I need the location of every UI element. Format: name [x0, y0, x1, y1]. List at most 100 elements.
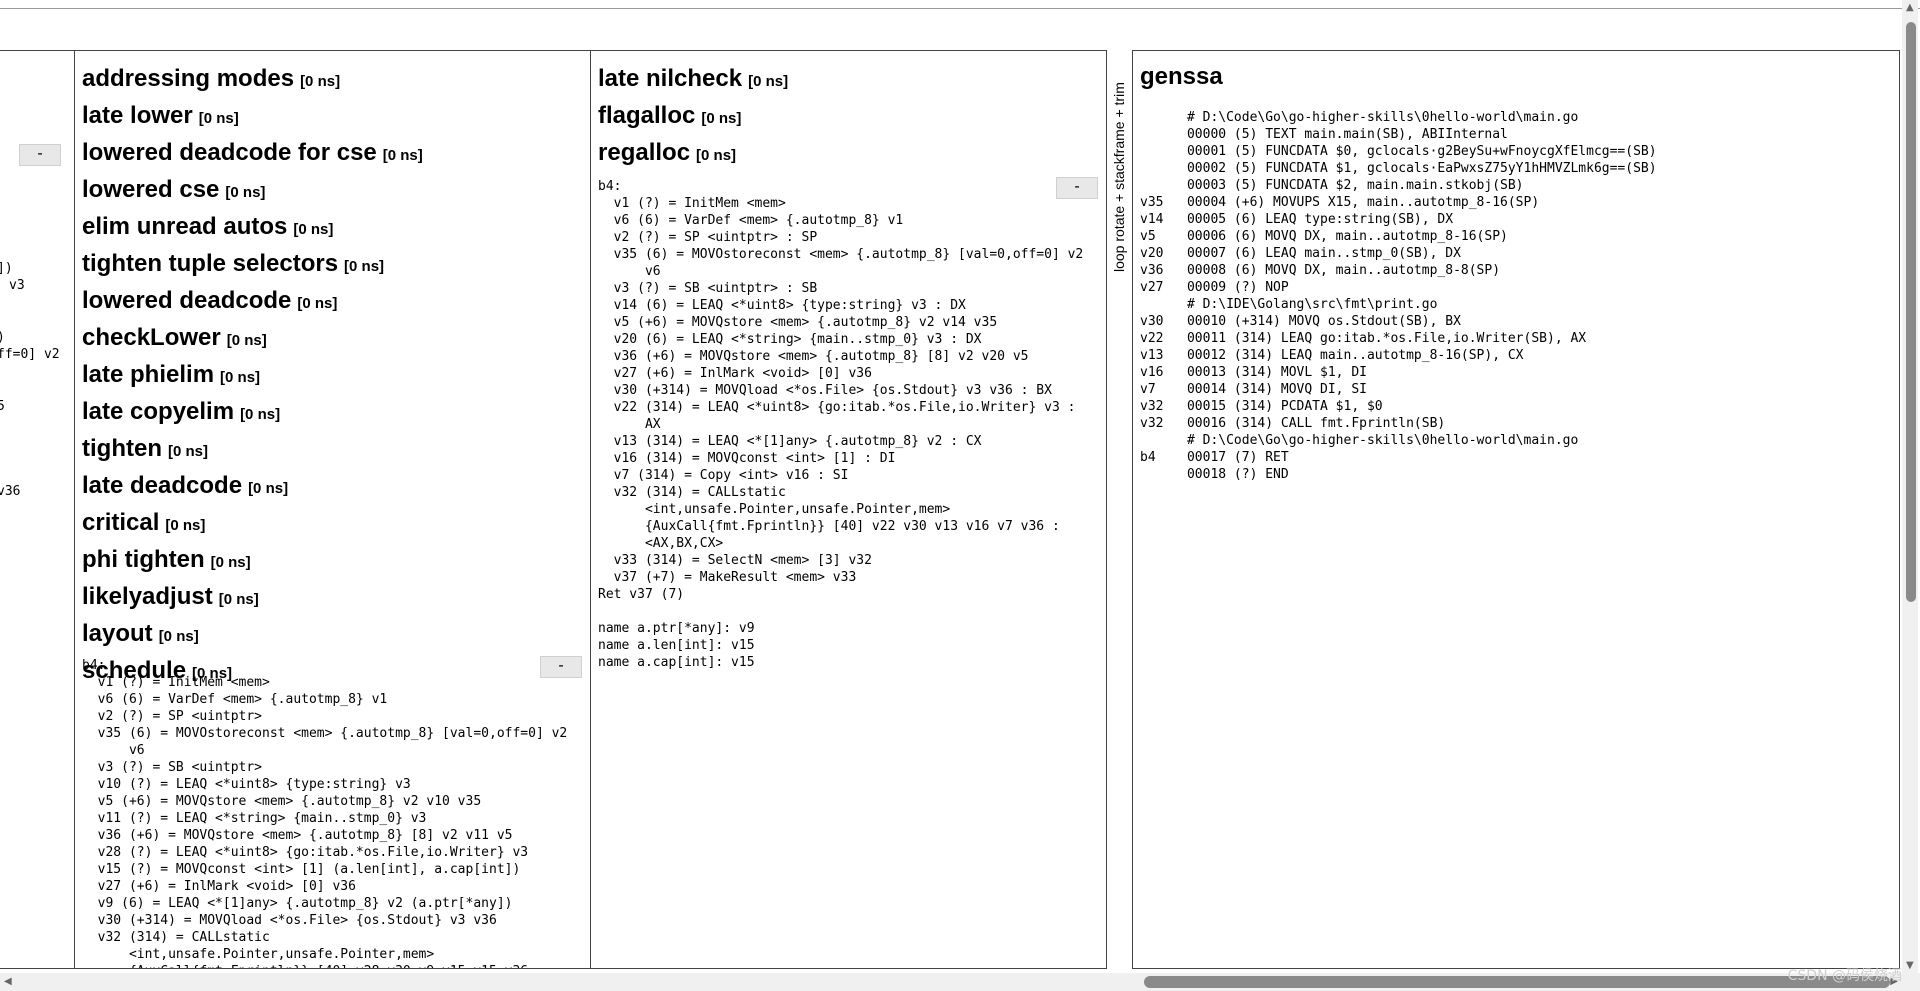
- phase-name: critical: [82, 509, 160, 536]
- code-line: v20 00007 (6) LEAQ main..stmp_0(SB), DX: [1140, 246, 1461, 261]
- code-line: v16 (314) = MOVQconst <int> [1] : DI: [598, 451, 896, 466]
- code-line: v6: [598, 264, 661, 279]
- code-line: v22 00011 (314) LEAQ go:itab.*os.File,io…: [1140, 331, 1587, 346]
- phase-time: [0 ns]: [382, 147, 423, 164]
- phase-header[interactable]: phi tighten [0 ns]: [82, 543, 423, 580]
- code-line: v20 (6) = LEAQ <*string> {main..stmp_0} …: [598, 332, 982, 347]
- phase-list: addressing modes [0 ns] late lower [0 ns] lo…: [75, 62, 423, 691]
- code-line: v5 00006 (6) MOVQ DX, main..autotmp_8-16…: [1140, 229, 1508, 244]
- phase-header[interactable]: likelyadjust [0 ns]: [82, 580, 423, 617]
- phase-header[interactable]: flagalloc [0 ns]: [598, 99, 788, 136]
- phase-list: late nilcheck [0 ns] flagalloc [0 ns] regall…: [591, 62, 788, 173]
- phase-header[interactable]: late nilcheck [0 ns]: [598, 62, 788, 99]
- phase-time: [0 ns]: [167, 443, 208, 460]
- phase-time: [0 ns]: [165, 517, 206, 534]
- phase-time: [0 ns]: [220, 369, 261, 386]
- phase-header[interactable]: layout [0 ns]: [82, 617, 423, 654]
- phase-header[interactable]: addressing modes [0 ns]: [82, 62, 423, 99]
- genssa-column: genssa # D:\Code\Go\go-higher-skills\0he…: [1132, 50, 1900, 969]
- vertical-scroll-thumb[interactable]: [1906, 22, 1916, 602]
- phase-name: flagalloc: [598, 102, 696, 129]
- phase-header[interactable]: elim unread autos [0 ns]: [82, 210, 423, 247]
- phase-time: [0 ns]: [225, 184, 266, 201]
- code-line: # D:\Code\Go\go-higher-skills\0hello-wor…: [1140, 110, 1579, 125]
- phase-header[interactable]: tighten tuple selectors [0 ns]: [82, 247, 423, 284]
- phase-header[interactable]: late copyelim [0 ns]: [82, 395, 423, 432]
- phase-name: likelyadjust: [82, 583, 213, 610]
- code-line: v6 (6) = VarDef <mem> {.autotmp_8} v1: [598, 213, 904, 228]
- code-fragment: ff=0] v2: [0, 347, 60, 362]
- code-line: v9 (6) = LEAQ <*[1]any> {.autotmp_8} v2 …: [82, 896, 513, 911]
- code-fragment: v3: [9, 278, 25, 293]
- code-line: v32 00015 (314) PCDATA $1, $0: [1140, 399, 1383, 414]
- code-line: v35 00004 (+6) MOVUPS X15, main..autotmp…: [1140, 195, 1540, 210]
- code-line: v3 (?) = SB <uintptr> : SB: [598, 281, 818, 296]
- phase-header[interactable]: late lower [0 ns]: [82, 99, 423, 136]
- phase-header[interactable]: regalloc [0 ns]: [598, 136, 788, 173]
- phase-time: [0 ns]: [344, 258, 385, 275]
- code-line: v3 (?) = SB <uintptr>: [82, 760, 263, 775]
- code-fragment: v36: [0, 484, 21, 499]
- horizontal-scroll-thumb[interactable]: [1144, 976, 1890, 988]
- code-line: v30 00010 (+314) MOVQ os.Stdout(SB), BX: [1140, 314, 1461, 329]
- phase-header[interactable]: critical [0 ns]: [82, 506, 423, 543]
- code-line: v32 00016 (314) CALL fmt.Fprintln(SB): [1140, 416, 1446, 431]
- phase-column-partial: - ]) v3 ) ff=0] v2 5 v36: [0, 50, 75, 969]
- phase-name: addressing modes: [82, 65, 295, 92]
- phase-name: late nilcheck: [598, 65, 743, 92]
- phase-name: phi tighten: [82, 546, 205, 573]
- collapsed-phases-label[interactable]: loop rotate + stackframe + trim: [1110, 52, 1128, 272]
- code-line: v15 (?) = MOVQconst <int> [1] (a.len[int…: [82, 862, 521, 877]
- phase-name: late lower: [82, 102, 193, 129]
- phase-time: [0 ns]: [748, 73, 789, 90]
- phase-time: [0 ns]: [297, 295, 338, 312]
- phase-time: [0 ns]: [300, 73, 341, 90]
- code-line: 00000 (5) TEXT main.main(SB), ABIInterna…: [1140, 127, 1508, 142]
- phase-name: late copyelim: [82, 398, 235, 425]
- phase-header[interactable]: late deadcode [0 ns]: [82, 469, 423, 506]
- code-line: b4 00017 (7) RET: [1140, 450, 1289, 465]
- block-label: b4:: [598, 179, 622, 194]
- phase-time: [0 ns]: [248, 480, 289, 497]
- phase-header[interactable]: tighten [0 ns]: [82, 432, 423, 469]
- code-line: v10 (?) = LEAQ <*uint8> {type:string} v3: [82, 777, 411, 792]
- code-line: v27 (+6) = InlMark <void> [0] v36: [82, 879, 356, 894]
- code-line: v35 (6) = MOVOstoreconst <mem> {.autotmp…: [598, 247, 1084, 262]
- genssa-title: genssa: [1140, 63, 1223, 90]
- code-line: v11 (?) = LEAQ <*string> {main..stmp_0} …: [82, 811, 427, 826]
- code-line: v16 00013 (314) MOVL $1, DI: [1140, 365, 1367, 380]
- code-line: v36 00008 (6) MOVQ DX, main..autotmp_8-8…: [1140, 263, 1501, 278]
- code-line: <int,unsafe.Pointer,unsafe.Pointer,mem>: [82, 947, 435, 962]
- code-line: v2 (?) = SP <uintptr> : SP: [598, 230, 818, 245]
- scroll-down-arrow-icon[interactable]: ▼: [1906, 960, 1914, 971]
- phase-name: regalloc: [598, 139, 691, 166]
- code-line: AX: [598, 417, 661, 432]
- phase-name: layout: [82, 620, 153, 647]
- phase-header[interactable]: checkLower [0 ns]: [82, 321, 423, 358]
- code-line: v13 (314) = LEAQ <*[1]any> {.autotmp_8} …: [598, 434, 982, 449]
- code-line: v14 (6) = LEAQ <*uint8> {type:string} v3…: [598, 298, 966, 313]
- phase-header[interactable]: lowered cse [0 ns]: [82, 173, 423, 210]
- scroll-up-arrow-icon[interactable]: ▲: [1906, 2, 1914, 13]
- phase-header[interactable]: lowered deadcode for cse [0 ns]: [82, 136, 423, 173]
- code-line: v27 (+6) = InlMark <void> [0] v36: [598, 366, 872, 381]
- code-line: v33 (314) = SelectN <mem> [3] v32: [598, 553, 872, 568]
- phase-time: [0 ns]: [240, 406, 281, 423]
- phase-name: tighten: [82, 435, 162, 462]
- code-line: v27 00009 (?) NOP: [1140, 280, 1289, 295]
- phase-name: lowered deadcode for cse: [82, 139, 377, 166]
- phase-name: late phielim: [82, 361, 215, 388]
- phase-time: [0 ns]: [226, 332, 267, 349]
- block-label: b4:: [82, 658, 106, 673]
- phase-header[interactable]: late phielim [0 ns]: [82, 358, 423, 395]
- code-line: v6 (6) = VarDef <mem> {.autotmp_8} v1: [82, 692, 388, 707]
- code-line: v35 (6) = MOVOstoreconst <mem> {.autotmp…: [82, 726, 568, 741]
- scroll-left-arrow-icon[interactable]: ◀: [4, 976, 12, 987]
- code-line: {AuxCall{fmt.Fprintln}} [40] v28 v30 v9 …: [82, 963, 567, 968]
- phase-header[interactable]: lowered deadcode [0 ns]: [82, 284, 423, 321]
- collapse-button[interactable]: -: [19, 144, 61, 166]
- phase-time: [0 ns]: [696, 147, 737, 164]
- code-line: v7 (314) = Copy <int> v16 : SI: [598, 468, 849, 483]
- code-line: v5 (+6) = MOVQstore <mem> {.autotmp_8} v…: [598, 315, 998, 330]
- assembly-code-block: # D:\Code\Go\go-higher-skills\0hello-wor…: [1140, 109, 1657, 483]
